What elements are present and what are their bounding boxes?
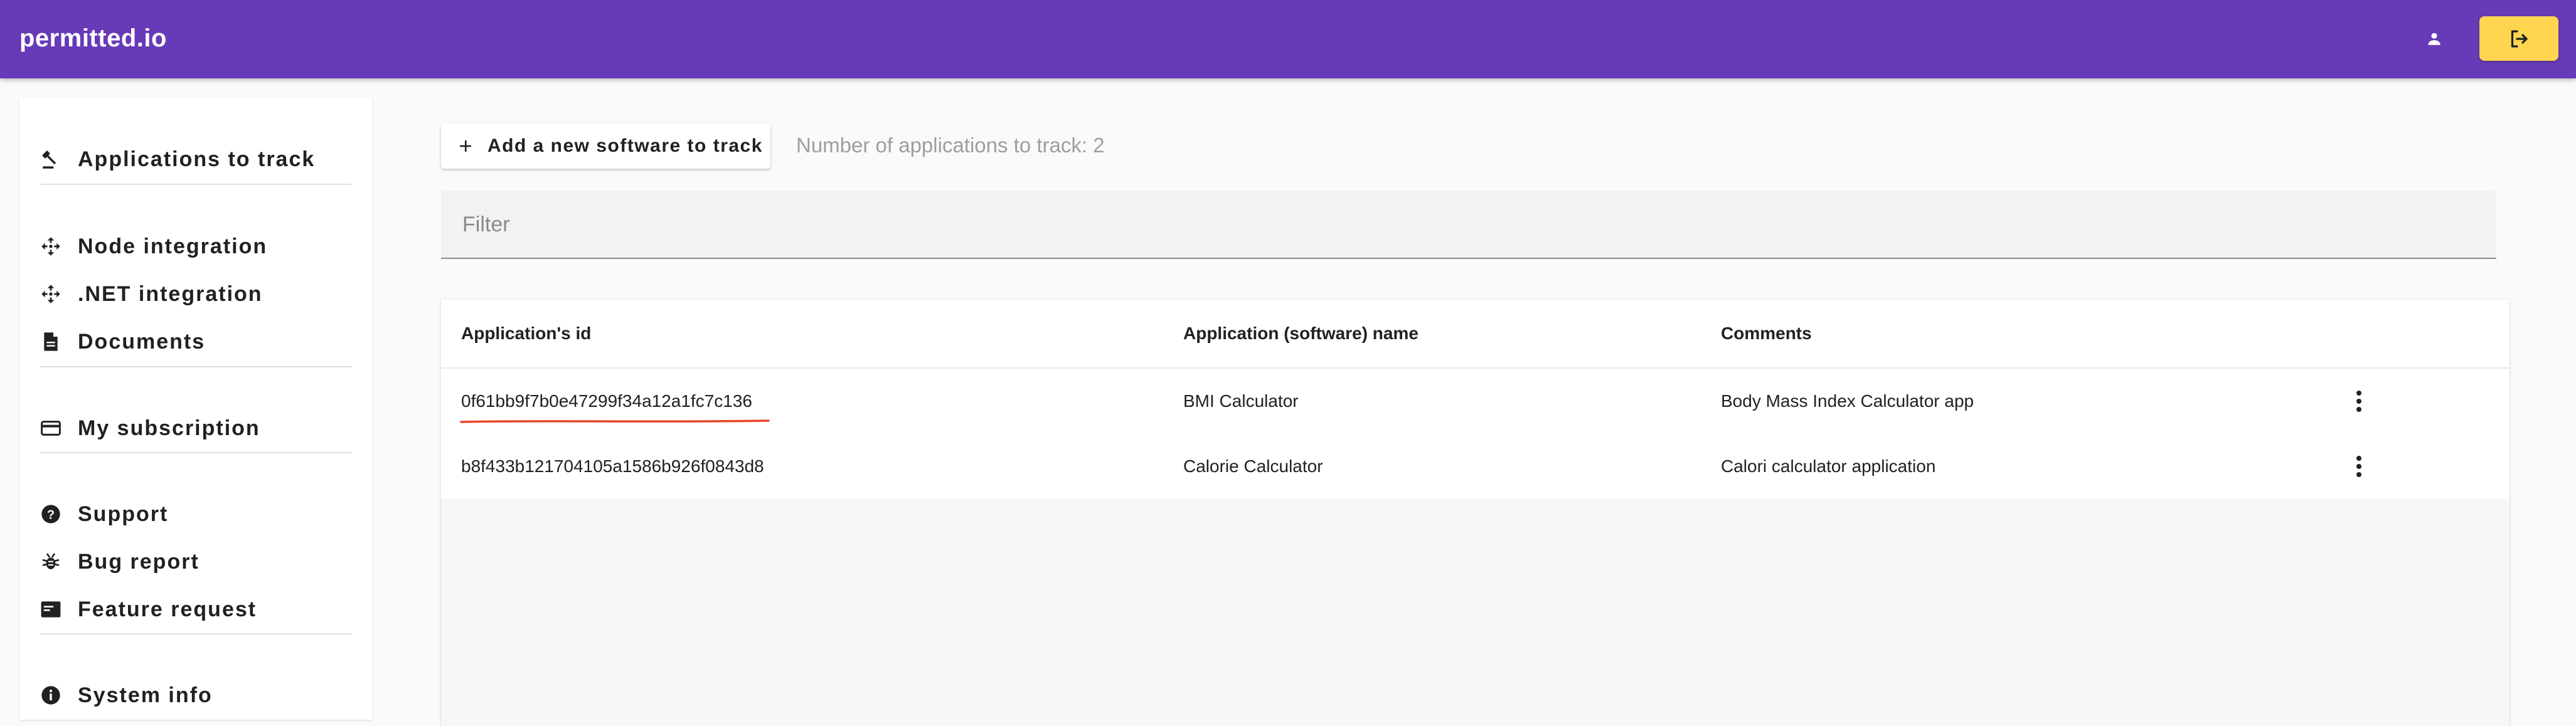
more-vert-icon <box>2356 456 2361 477</box>
application-name-cell: Calorie Calculator <box>1183 456 1323 476</box>
sidebar-item-dotnet-integration[interactable]: .NET integration <box>40 275 263 313</box>
applications-table: Application's id Application (software) … <box>441 300 2509 726</box>
table-row[interactable]: b8f433b121704105a1586b926f0843d8 Calorie… <box>441 434 2509 499</box>
sidebar-item-label: Applications to track <box>78 147 316 171</box>
sidebar-divider <box>40 366 352 367</box>
sidebar-nav: Applications to track Node integration .… <box>19 98 372 720</box>
sidebar-item-node-integration[interactable]: Node integration <box>40 228 267 265</box>
row-more-menu-button[interactable] <box>2345 382 2373 420</box>
svg-text:?: ? <box>47 508 55 522</box>
filter-field[interactable] <box>441 191 2496 259</box>
info-icon <box>40 685 61 706</box>
filter-input[interactable] <box>461 208 2471 241</box>
document-icon <box>40 331 61 352</box>
application-id-cell: b8f433b121704105a1586b926f0843d8 <box>461 456 764 476</box>
sidebar-item-system-info[interactable]: System info <box>40 676 213 714</box>
table-header-row: Application's id Application (software) … <box>441 300 2509 369</box>
logout-button[interactable] <box>2479 16 2558 61</box>
add-software-button-label: Add a new software to track <box>487 135 763 156</box>
integration-icon <box>40 283 61 305</box>
add-software-button[interactable]: Add a new software to track <box>441 124 770 169</box>
sidebar-item-support[interactable]: ? Support <box>40 495 168 533</box>
person-icon <box>2428 33 2440 45</box>
column-header-id[interactable]: Application's id <box>461 300 591 367</box>
sidebar-item-bug-report[interactable]: Bug report <box>40 543 200 581</box>
top-app-bar: permitted.io <box>0 0 2576 78</box>
column-header-comments[interactable]: Comments <box>1721 300 1812 367</box>
more-vert-icon <box>2356 391 2361 412</box>
logout-icon <box>2511 29 2528 48</box>
column-header-name[interactable]: Application (software) name <box>1183 300 1418 367</box>
plus-icon <box>460 140 471 152</box>
sidebar-item-documents[interactable]: Documents <box>40 323 205 360</box>
comments-cell: Body Mass Index Calculator app <box>1721 391 1974 411</box>
sidebar-item-feature-request[interactable]: Feature request <box>40 591 257 628</box>
sidebar-item-label: Bug report <box>78 549 200 574</box>
sidebar-item-my-subscription[interactable]: My subscription <box>40 409 260 447</box>
sidebar-item-label: System info <box>78 683 213 707</box>
application-count: Number of applications to track: 2 <box>796 134 1105 157</box>
help-icon: ? <box>40 503 61 525</box>
red-underline-annotation <box>460 419 770 423</box>
gavel-icon <box>40 149 61 170</box>
integration-icon <box>40 236 61 257</box>
row-more-menu-button[interactable] <box>2345 448 2373 485</box>
feature-request-icon <box>40 599 61 620</box>
sidebar-item-label: Feature request <box>78 597 257 621</box>
brand-logo[interactable]: permitted.io <box>19 0 167 78</box>
bug-icon <box>40 551 61 572</box>
sidebar-item-label: .NET integration <box>78 281 263 306</box>
sidebar-item-label: Documents <box>78 329 206 354</box>
application-name-cell: BMI Calculator <box>1183 391 1299 411</box>
sidebar-divider <box>40 452 352 453</box>
credit-card-icon <box>40 418 61 439</box>
sidebar-item-applications-to-track[interactable]: Applications to track <box>40 140 315 178</box>
sidebar-divider <box>40 184 352 185</box>
user-profile-button[interactable] <box>2419 23 2450 55</box>
sidebar-item-label: Support <box>78 502 169 526</box>
sidebar-item-label: Node integration <box>78 234 268 258</box>
sidebar-item-label: My subscription <box>78 416 260 440</box>
sidebar-divider <box>40 633 352 634</box>
application-id-cell: 0f61bb9f7b0e47299f34a12a1fc7c136 <box>461 391 752 411</box>
table-row[interactable]: 0f61bb9f7b0e47299f34a12a1fc7c136 BMI Cal… <box>441 369 2509 434</box>
comments-cell: Calori calculator application <box>1721 456 1936 476</box>
